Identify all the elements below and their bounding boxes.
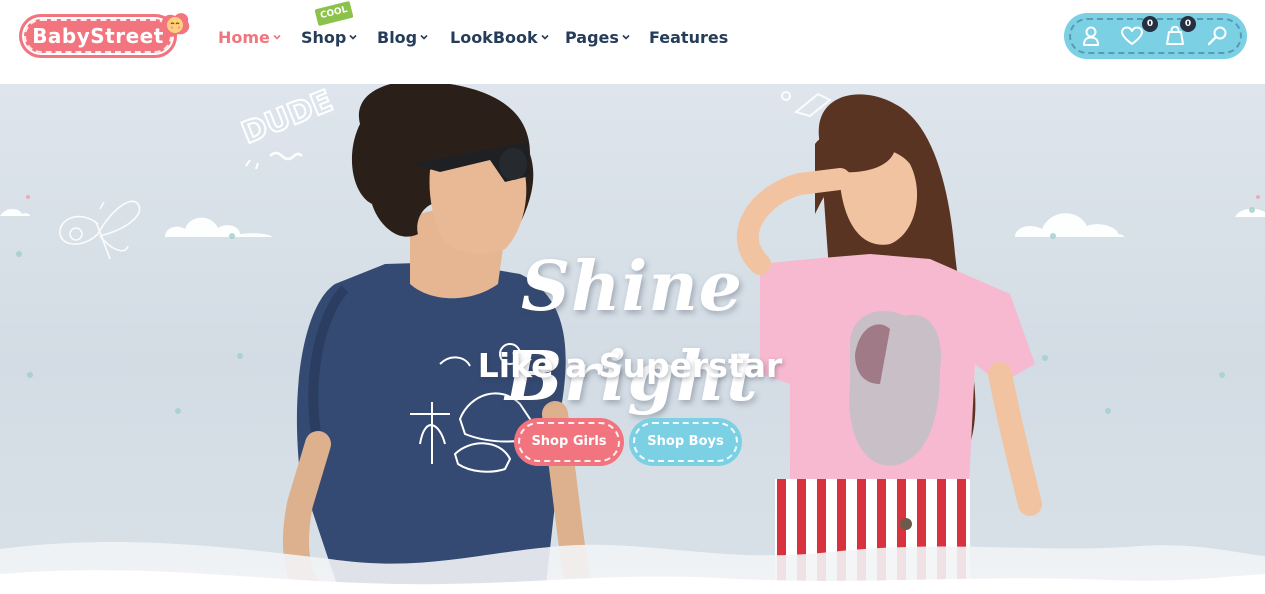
- shop-girls-button[interactable]: Shop Girls: [514, 418, 624, 466]
- heart-icon[interactable]: [1120, 24, 1144, 48]
- nav-item-label: Pages: [565, 27, 619, 47]
- nav-item-label: Home: [218, 27, 270, 47]
- hero-subheadline: Like a Superstar: [477, 346, 783, 385]
- baby-face-icon: [161, 13, 190, 37]
- nav-item-label: Shop: [301, 27, 347, 47]
- chevron-down-icon: [349, 34, 357, 40]
- search-icon[interactable]: [1205, 24, 1229, 48]
- logo-text: BabyStreet: [32, 24, 164, 48]
- shop-boys-label: Shop Boys: [647, 434, 724, 449]
- nav-item-pages[interactable]: Pages: [565, 26, 630, 48]
- nav-item-shop[interactable]: Shop: [301, 26, 357, 48]
- nav-item-label: Blog: [377, 27, 418, 47]
- nav-item-features[interactable]: Features: [649, 26, 728, 48]
- header-actions: 0 0: [1064, 13, 1247, 59]
- hero-headline: Shine Bright: [505, 247, 759, 417]
- nav-badge-cool: COOL: [314, 0, 354, 27]
- site-header: BabyStreet Home Shop Blog LookBook Pages: [0, 0, 1265, 84]
- shop-girls-label: Shop Girls: [531, 434, 607, 449]
- wishlist-count-badge: 0: [1142, 16, 1158, 32]
- chevron-down-icon: [273, 34, 281, 40]
- shop-boys-button[interactable]: Shop Boys: [629, 418, 742, 466]
- chevron-down-icon: [622, 34, 630, 40]
- nav-item-label: LookBook: [450, 27, 538, 47]
- nav-item-lookbook[interactable]: LookBook: [450, 26, 549, 48]
- hero-slider: DUDE Shine Bright Like a Superstar Shop …: [0, 84, 1265, 594]
- hero-doodle-text: DUDE: [237, 84, 338, 151]
- nav-item-blog[interactable]: Blog: [377, 26, 428, 48]
- chevron-down-icon: [541, 34, 549, 40]
- nav-item-home[interactable]: Home: [218, 26, 281, 48]
- user-icon[interactable]: [1079, 24, 1103, 48]
- nav-item-label: Features: [649, 27, 729, 47]
- logo[interactable]: BabyStreet: [19, 14, 177, 58]
- cart-count-badge: 0: [1180, 16, 1196, 32]
- chevron-down-icon: [420, 34, 428, 40]
